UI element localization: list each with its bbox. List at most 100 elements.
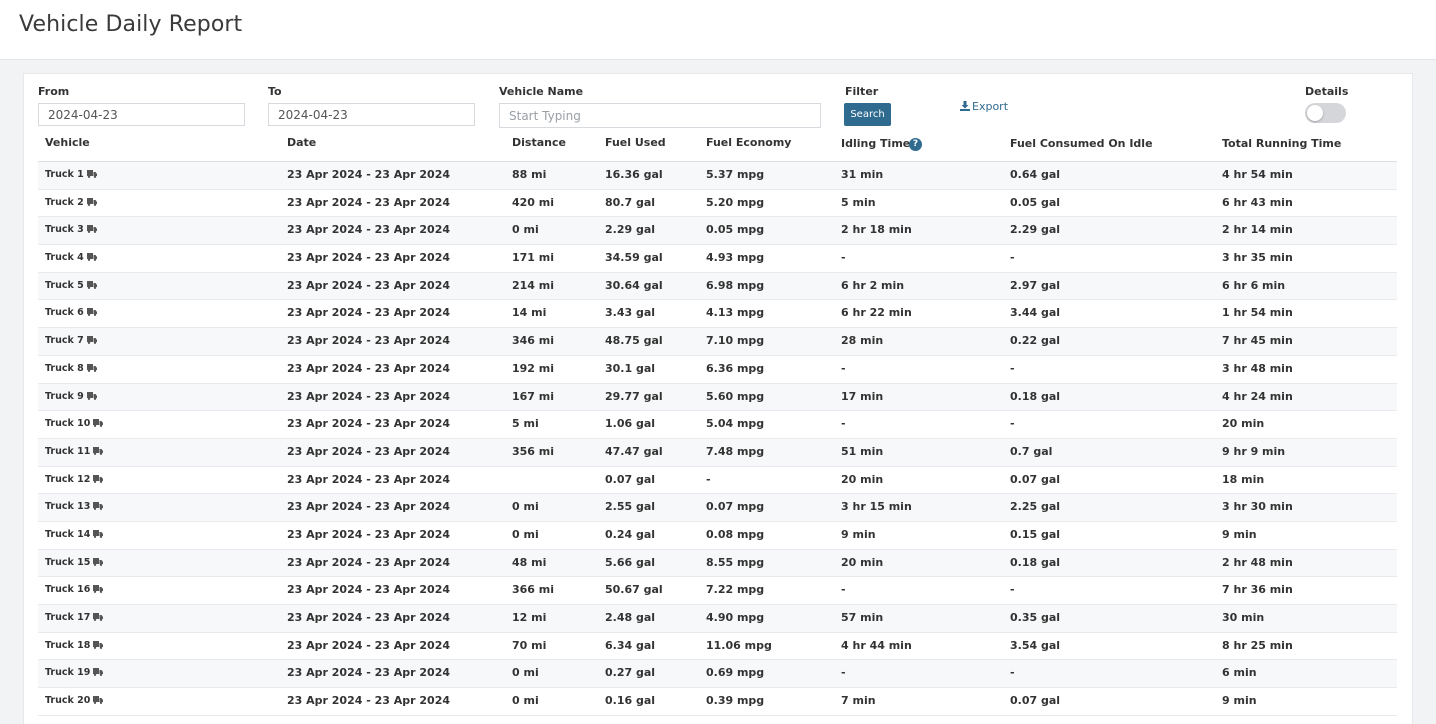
date-cell: 23 Apr 2024 - 23 Apr 2024: [287, 500, 451, 514]
col-vehicle[interactable]: Vehicle: [45, 136, 90, 149]
vehicle-name[interactable]: Truck 14: [45, 529, 90, 540]
table-row[interactable]: Truck 3 23 Apr 2024 - 23 Apr 2024 0 mi 2.29…: [38, 217, 1397, 246]
fuel-used-cell: 2.29 gal: [605, 223, 656, 237]
vehicle-name[interactable]: Truck 17: [45, 612, 90, 623]
vehicle-cell[interactable]: Truck 5: [45, 273, 97, 300]
running-time-cell: 3 hr 48 min: [1222, 361, 1293, 375]
vehicle-name[interactable]: Truck 7: [45, 335, 84, 346]
truck-icon: [86, 308, 97, 317]
fuel-economy-cell: 7.10 mpg: [706, 334, 765, 348]
from-date-input[interactable]: [38, 103, 245, 126]
vehicle-name[interactable]: Truck 20: [45, 695, 90, 706]
vehicle-name[interactable]: Truck 19: [45, 667, 90, 678]
table-row[interactable]: Truck 18 23 Apr 2024 - 23 Apr 2024 70 mi 6.…: [38, 633, 1397, 661]
details-toggle[interactable]: [1305, 103, 1346, 123]
col-fuel-used[interactable]: Fuel Used: [605, 136, 666, 149]
idling-time-cell: 17 min: [841, 389, 884, 403]
vehicle-name[interactable]: Truck 2: [45, 197, 84, 208]
table-row[interactable]: Truck 11 23 Apr 2024 - 23 Apr 2024 356 mi 4…: [38, 438, 1397, 467]
vehicle-cell[interactable]: Truck 4: [45, 245, 97, 272]
date-cell: 23 Apr 2024 - 23 Apr 2024: [287, 555, 451, 569]
fuel-idle-cell: 0.7 gal: [1010, 444, 1053, 458]
vehicle-name[interactable]: Truck 8: [45, 363, 84, 374]
fuel-economy-cell: 5.60 mpg: [706, 389, 765, 403]
vehicle-cell[interactable]: Truck 13: [45, 494, 104, 521]
vehicle-name[interactable]: Truck 1: [45, 169, 84, 180]
vehicle-name[interactable]: Truck 13: [45, 501, 90, 512]
col-fuel-idle[interactable]: Fuel Consumed On Idle: [1010, 137, 1153, 150]
vehicle-name[interactable]: Truck 10: [45, 418, 90, 429]
running-time-cell: 4 hr 54 min: [1222, 168, 1293, 181]
truck-icon: [93, 585, 104, 594]
vehicle-cell[interactable]: Truck 14: [45, 522, 104, 549]
vehicle-cell[interactable]: Truck 20: [45, 688, 104, 715]
table-row[interactable]: Truck 14 23 Apr 2024 - 23 Apr 2024 0 mi 0.2…: [38, 522, 1397, 550]
help-icon[interactable]: ?: [909, 138, 922, 151]
table-row[interactable]: Truck 13 23 Apr 2024 - 23 Apr 2024 0 mi 2.5…: [38, 494, 1397, 522]
col-fuel-economy[interactable]: Fuel Economy: [706, 136, 791, 149]
vehicle-cell[interactable]: Truck 2: [45, 190, 97, 217]
table-row[interactable]: Truck 15 23 Apr 2024 - 23 Apr 2024 48 mi 5.…: [38, 549, 1397, 578]
col-running-time[interactable]: Total Running Time: [1222, 137, 1341, 150]
vehicle-cell[interactable]: Truck 15: [45, 550, 104, 577]
vehicle-cell[interactable]: Truck 18: [45, 633, 104, 660]
fuel-used-cell: 1.06 gal: [605, 417, 656, 431]
running-time-cell: 20 min: [1222, 417, 1265, 431]
vehicle-cell[interactable]: Truck 19: [45, 660, 104, 687]
table-row[interactable]: Truck 5 23 Apr 2024 - 23 Apr 2024 214 mi 30…: [38, 272, 1397, 301]
export-link[interactable]: Export: [960, 100, 1008, 113]
col-date[interactable]: Date: [287, 136, 316, 149]
vehicle-name-label: Vehicle Name: [499, 85, 584, 98]
fuel-used-cell: 2.55 gal: [605, 500, 656, 514]
vehicle-cell[interactable]: Truck 8: [45, 356, 97, 383]
vehicle-name[interactable]: Truck 3: [45, 224, 84, 235]
date-cell: 23 Apr 2024 - 23 Apr 2024: [287, 306, 451, 320]
vehicle-cell[interactable]: Truck 9: [45, 384, 97, 411]
table-row[interactable]: Truck 7 23 Apr 2024 - 23 Apr 2024 346 mi 48…: [38, 328, 1397, 356]
vehicle-name[interactable]: Truck 4: [45, 252, 84, 263]
running-time-cell: 4 hr 24 min: [1222, 389, 1293, 403]
vehicle-cell[interactable]: Truck 3: [45, 217, 97, 244]
truck-icon: [86, 225, 97, 234]
col-distance[interactable]: Distance: [512, 136, 566, 149]
vehicle-cell[interactable]: Truck 12: [45, 467, 104, 494]
idling-time-cell: -: [841, 417, 846, 431]
to-date-input[interactable]: [268, 103, 475, 126]
truck-icon: [86, 253, 97, 262]
table-row[interactable]: Truck 10 23 Apr 2024 - 23 Apr 2024 5 mi 1.0…: [38, 411, 1397, 439]
table-row[interactable]: Truck 12 23 Apr 2024 - 23 Apr 2024 0.07 ga…: [38, 467, 1397, 495]
table-row[interactable]: Truck 20 23 Apr 2024 - 23 Apr 2024 0 mi 0.1…: [38, 688, 1397, 716]
table-row[interactable]: Truck 1 23 Apr 2024 - 23 Apr 2024 88 mi 16.…: [38, 162, 1397, 190]
fuel-idle-cell: -: [1010, 417, 1015, 431]
date-cell: 23 Apr 2024 - 23 Apr 2024: [287, 168, 451, 181]
vehicle-cell[interactable]: Truck 11: [45, 439, 104, 466]
table-row[interactable]: Truck 17 23 Apr 2024 - 23 Apr 2024 12 mi 2.…: [38, 605, 1397, 633]
date-cell: 23 Apr 2024 - 23 Apr 2024: [287, 472, 451, 486]
table-row[interactable]: Truck 19 23 Apr 2024 - 23 Apr 2024 0 mi 0.2…: [38, 660, 1397, 689]
vehicle-cell[interactable]: Truck 6: [45, 300, 97, 327]
table-row[interactable]: Truck 16 23 Apr 2024 - 23 Apr 2024 366 mi 5…: [38, 577, 1397, 605]
table-row[interactable]: Truck 4 23 Apr 2024 - 23 Apr 2024 171 mi 34…: [38, 245, 1397, 273]
search-button[interactable]: Search: [844, 103, 891, 126]
vehicle-cell[interactable]: Truck 7: [45, 328, 97, 355]
table-row[interactable]: Truck 2 23 Apr 2024 - 23 Apr 2024 420 mi 80…: [38, 190, 1397, 218]
date-cell: 23 Apr 2024 - 23 Apr 2024: [287, 223, 451, 237]
vehicle-name[interactable]: Truck 18: [45, 640, 90, 651]
vehicle-name-input[interactable]: [499, 103, 821, 128]
table-row[interactable]: Truck 8 23 Apr 2024 - 23 Apr 2024 192 mi 30…: [38, 356, 1397, 384]
table-row[interactable]: Truck 9 23 Apr 2024 - 23 Apr 2024 167 mi 29…: [38, 383, 1397, 412]
vehicle-name[interactable]: Truck 12: [45, 474, 90, 485]
vehicle-name[interactable]: Truck 15: [45, 557, 90, 568]
vehicle-cell[interactable]: Truck 10: [45, 411, 104, 438]
vehicle-name[interactable]: Truck 16: [45, 584, 90, 595]
vehicle-name[interactable]: Truck 11: [45, 446, 90, 457]
col-idling-time[interactable]: Idling Time: [841, 137, 910, 150]
idling-time-cell: -: [841, 361, 846, 375]
vehicle-cell[interactable]: Truck 16: [45, 577, 104, 604]
vehicle-name[interactable]: Truck 6: [45, 307, 84, 318]
vehicle-cell[interactable]: Truck 1: [45, 162, 97, 189]
vehicle-cell[interactable]: Truck 17: [45, 605, 104, 632]
vehicle-name[interactable]: Truck 9: [45, 391, 84, 402]
table-row[interactable]: Truck 6 23 Apr 2024 - 23 Apr 2024 14 mi 3.4…: [38, 300, 1397, 329]
vehicle-name[interactable]: Truck 5: [45, 280, 84, 291]
